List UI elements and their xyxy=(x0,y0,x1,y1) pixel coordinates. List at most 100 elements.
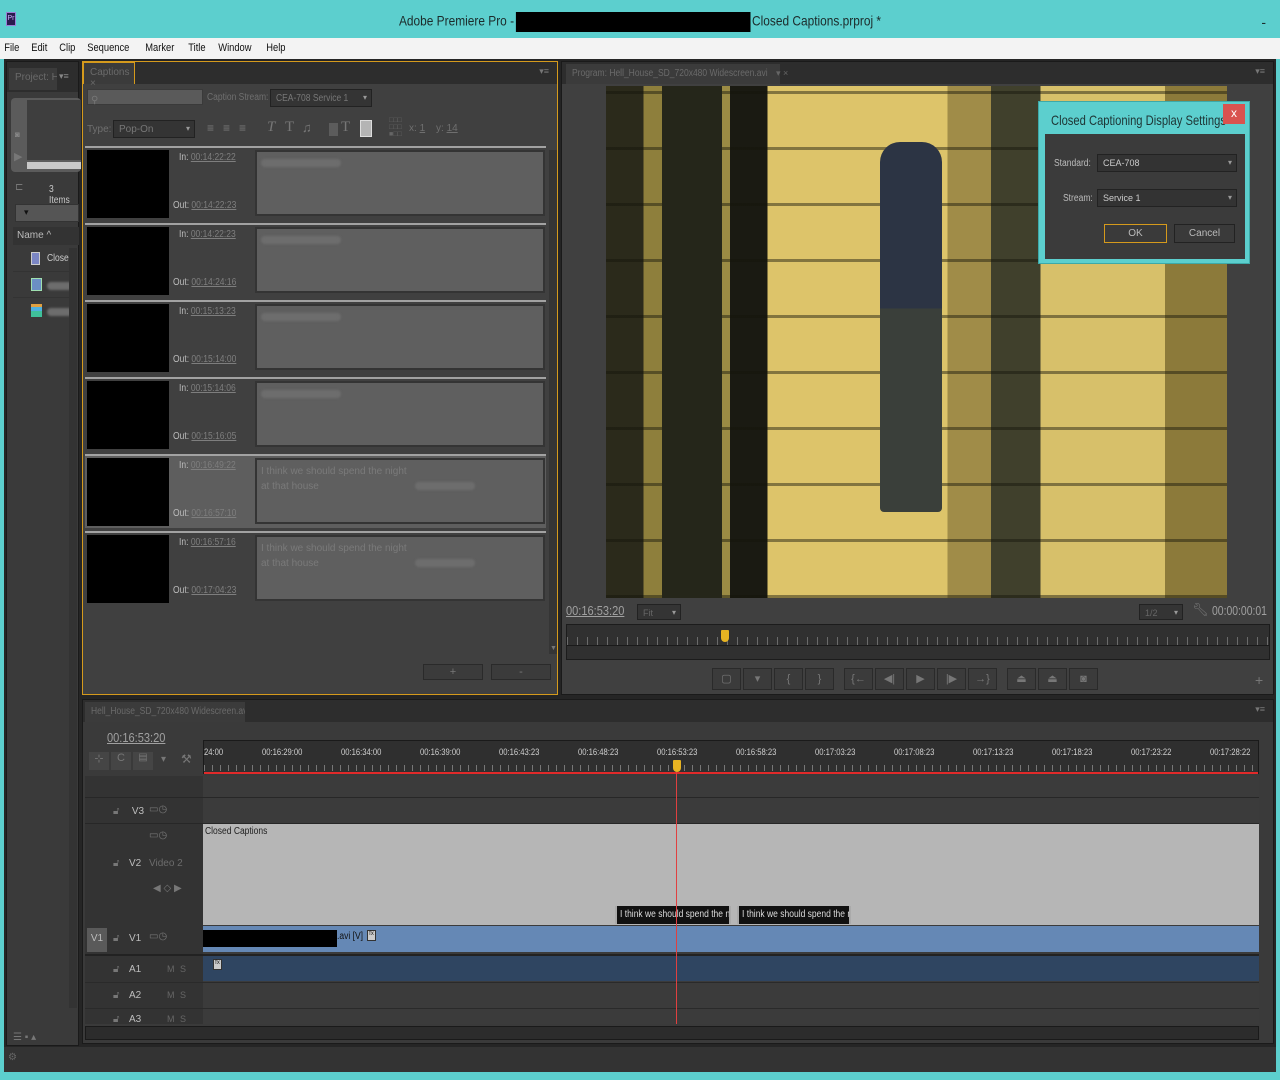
project-search[interactable]: ▾ xyxy=(15,204,79,222)
caption-row[interactable]: In: 00:15:13:23 Out: 00:15:14:00 xyxy=(85,300,546,374)
project-scrollbar[interactable] xyxy=(69,248,77,1008)
linked-selection-icon[interactable]: C xyxy=(111,752,131,770)
caption-clip[interactable]: I think we should spend the n xyxy=(737,906,851,924)
caption-text-field[interactable]: I think we should spend the night at tha… xyxy=(255,535,545,601)
out-timecode[interactable]: 00:16:57:10 xyxy=(191,508,236,519)
caption-text-field[interactable]: I think we should spend the night at tha… xyxy=(255,458,545,524)
play-button[interactable]: ▶ xyxy=(906,668,935,690)
track-label-v3[interactable]: V3 xyxy=(129,806,147,822)
menu-title[interactable]: Title xyxy=(184,39,209,54)
add-caption-button[interactable]: + xyxy=(423,664,483,680)
status-gear-icon[interactable]: ⚙ xyxy=(8,1052,17,1063)
standard-dropdown[interactable]: CEA-708 ▾ xyxy=(1097,154,1237,172)
menu-sequence[interactable]: Sequence xyxy=(83,39,133,54)
y-value[interactable]: 14 xyxy=(447,123,458,134)
remove-caption-button[interactable]: - xyxy=(491,664,551,680)
safe-margins-button[interactable]: ▢ xyxy=(712,668,741,690)
text-color-icon[interactable]: T xyxy=(341,119,350,136)
step-back-button[interactable]: ◀| xyxy=(875,668,904,690)
caption-row[interactable]: In: 00:14:22:23 Out: 00:14:24:16 xyxy=(85,223,546,297)
in-timecode[interactable]: 00:14:22:22 xyxy=(191,152,236,163)
lock-icon[interactable]: 🔓︎ xyxy=(113,1014,119,1025)
lock-icon[interactable]: 🔓︎ xyxy=(113,933,119,944)
caption-row[interactable]: In: 00:15:14:06 Out: 00:15:16:05 xyxy=(85,377,546,451)
menu-marker[interactable]: Marker xyxy=(141,39,178,54)
project-list-item[interactable] xyxy=(13,300,73,324)
mute-button[interactable]: M xyxy=(167,990,175,1000)
out-timecode[interactable]: 00:14:22:23 xyxy=(191,200,236,211)
tab-captions[interactable]: Captions × xyxy=(83,62,135,89)
out-timecode[interactable]: 00:15:16:05 xyxy=(191,431,236,442)
caption-track-area[interactable]: Closed Captions I think we should spend … xyxy=(203,824,1259,925)
tab-project[interactable]: Project: HH xyxy=(9,68,57,90)
toggle-output-icon[interactable]: ▭◷ xyxy=(149,804,167,815)
caption-text-field[interactable] xyxy=(255,304,545,370)
lock-icon[interactable]: 🔓︎ xyxy=(113,806,119,817)
background-color-icon[interactable] xyxy=(329,123,338,136)
mark-in-button[interactable]: { xyxy=(774,668,803,690)
video-clip[interactable]: .avi [V] fx xyxy=(203,926,1259,952)
position-grid-icon[interactable]: □□□ □□□ ■□□ xyxy=(389,117,402,138)
scroll-down-icon[interactable]: ▼ xyxy=(550,645,557,652)
keyframe-nav-icon[interactable]: ◀ ◇ ▶ xyxy=(153,883,182,894)
resolution-dropdown[interactable]: 1/2 ▾ xyxy=(1139,604,1183,620)
time-ruler[interactable]: 24:00 00:16:29:00 00:16:34:00 00:16:39:00 00… xyxy=(203,740,1259,774)
folder-up-icon[interactable]: ⊏ xyxy=(15,182,23,193)
snap-icon[interactable]: ⊹ xyxy=(89,752,109,770)
align-left-icon[interactable]: ≡ xyxy=(207,121,214,135)
mute-button[interactable]: M xyxy=(167,1014,175,1024)
music-note-icon[interactable]: ♫ xyxy=(302,120,312,135)
panel-menu-icon[interactable]: ▾≡ xyxy=(1255,704,1265,715)
dialog-close-button[interactable]: x xyxy=(1223,104,1245,124)
cancel-button[interactable]: Cancel xyxy=(1174,224,1235,243)
close-tab-icon[interactable]: ▾ × xyxy=(776,68,788,79)
caption-row[interactable]: In: 00:16:49:22 Out: 00:16:57:10 I think w… xyxy=(85,454,546,528)
panel-menu-icon[interactable]: ▾≡ xyxy=(59,71,69,82)
solo-button[interactable]: S xyxy=(180,990,186,1000)
italic-icon[interactable]: T xyxy=(267,119,275,136)
caption-clip[interactable]: I think we should spend the nig xyxy=(615,906,731,924)
in-timecode[interactable]: 00:15:14:06 xyxy=(191,383,236,394)
timeline-playhead-handle[interactable] xyxy=(673,760,681,772)
tab-program[interactable]: Program: Hell_House_SD_720x480 Widescree… xyxy=(566,64,780,84)
column-header-name[interactable]: Name ^ xyxy=(13,227,79,245)
caption-search-input[interactable]: ⚲ xyxy=(87,89,203,106)
minimize-button[interactable]: - xyxy=(1261,14,1266,30)
menu-help[interactable]: Help xyxy=(262,39,289,54)
out-timecode[interactable]: 00:14:24:16 xyxy=(191,277,236,288)
tab-sequence[interactable]: Hell_House_SD_720x480 Widescreen.avi × xyxy=(85,702,245,722)
x-value[interactable]: 1 xyxy=(420,123,426,134)
track-label-v2[interactable]: V2 xyxy=(129,858,141,869)
menu-file[interactable]: File xyxy=(0,39,23,54)
in-timecode[interactable]: 00:16:57:16 xyxy=(191,537,236,548)
poster-frame-icon[interactable]: ◙ xyxy=(15,130,20,139)
menu-clip[interactable]: Clip xyxy=(55,39,79,54)
timeline-horizontal-scrollbar[interactable] xyxy=(85,1026,1259,1040)
program-current-timecode[interactable]: 00:16:53:20 xyxy=(566,603,624,618)
work-area-bar[interactable] xyxy=(204,772,1258,774)
program-scrubber[interactable] xyxy=(566,624,1270,660)
add-marker-icon[interactable]: ▤ xyxy=(133,752,153,770)
caption-stream-dropdown[interactable]: CEA-708 Service 1 ▾ xyxy=(270,89,372,107)
lift-button[interactable]: ⏏ xyxy=(1007,668,1036,690)
align-center-icon[interactable]: ≡ xyxy=(223,121,230,135)
add-marker-button[interactable]: ▾ xyxy=(743,668,772,690)
mute-button[interactable]: M xyxy=(167,964,175,974)
toggle-output-icon[interactable]: ▭◷ xyxy=(149,931,167,942)
ok-button[interactable]: OK xyxy=(1104,224,1167,243)
in-timecode[interactable]: 00:14:22:23 xyxy=(191,229,236,240)
settings-wrench-icon[interactable]: 🔧︎ xyxy=(1192,602,1209,618)
list-view-icon[interactable]: ☰ ▪ ▴ xyxy=(13,1032,36,1043)
caption-row[interactable]: In: 00:14:22:22 Out: 00:14:22:23 xyxy=(85,146,546,220)
underline-icon[interactable]: T xyxy=(285,119,294,136)
step-forward-button[interactable]: |▶ xyxy=(937,668,966,690)
audio-clip[interactable]: fx xyxy=(203,956,1259,981)
align-right-icon[interactable]: ≡ xyxy=(239,121,246,135)
stream-dropdown[interactable]: Service 1 ▾ xyxy=(1097,189,1237,207)
in-timecode[interactable]: 00:16:49:22 xyxy=(191,460,236,471)
lock-icon[interactable]: 🔓︎ xyxy=(113,990,119,1001)
timeline-current-timecode[interactable]: 00:16:53:20 xyxy=(107,730,165,745)
mark-out-button[interactable]: } xyxy=(805,668,834,690)
close-tab-icon[interactable]: × xyxy=(90,78,96,89)
zoom-dropdown[interactable]: Fit ▾ xyxy=(637,604,681,620)
